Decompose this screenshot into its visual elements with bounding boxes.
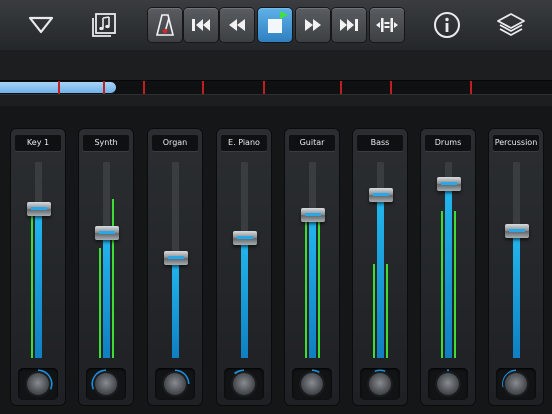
metronome-button[interactable] <box>148 8 182 42</box>
pan-knob-well <box>428 368 468 400</box>
fast-forward-button[interactable] <box>296 8 330 42</box>
channel-strip: Drums <box>420 128 476 406</box>
channel-name: Drums <box>425 135 471 151</box>
channel-strip: Percussion <box>488 128 544 406</box>
fast-forward-icon <box>305 19 321 31</box>
level-meter-left <box>31 209 33 358</box>
fader-track[interactable] <box>35 162 42 358</box>
channel-name: Key 1 <box>15 135 61 151</box>
info-icon[interactable] <box>430 8 464 42</box>
fader-track[interactable] <box>309 162 316 358</box>
timeline-marker <box>470 81 472 94</box>
skip-to-end-button[interactable] <box>332 8 366 42</box>
channel-strip: Guitar <box>284 128 340 406</box>
rewind-icon <box>229 19 245 31</box>
channel-name: Percussion <box>493 135 539 151</box>
fader-handle[interactable] <box>95 226 119 240</box>
fader-handle[interactable] <box>233 231 257 245</box>
play-indicator-icon <box>280 11 288 19</box>
channel-name: Guitar <box>289 135 335 151</box>
song-timeline[interactable] <box>0 80 552 95</box>
layers-icon[interactable] <box>494 8 528 42</box>
pan-knob-well <box>155 368 195 400</box>
fader-handle[interactable] <box>301 208 325 222</box>
pan-knob[interactable] <box>505 373 527 395</box>
pan-knob[interactable] <box>95 373 117 395</box>
rewind-to-start-icon <box>192 19 210 31</box>
metronome-icon <box>155 14 175 36</box>
timeline-marker <box>143 81 145 94</box>
pan-knob-well <box>18 368 58 400</box>
level-meter-right <box>318 219 320 358</box>
channel-name: E. Piano <box>221 135 267 151</box>
channel-strip: E. Piano <box>216 128 272 406</box>
timeline-marker <box>202 81 204 94</box>
pan-knob-well <box>224 368 264 400</box>
stop-button[interactable] <box>258 8 292 42</box>
fader-level-fill <box>35 209 42 358</box>
channel-strip: Bass <box>352 128 408 406</box>
fader-track[interactable] <box>513 162 520 358</box>
pan-knob-well <box>86 368 126 400</box>
level-meter-right <box>386 264 388 358</box>
pan-knob[interactable] <box>301 373 323 395</box>
pan-knob[interactable] <box>437 373 459 395</box>
channel-name: Organ <box>152 135 198 151</box>
rewind-to-start-button[interactable] <box>184 8 218 42</box>
fader-handle[interactable] <box>164 251 188 265</box>
timeline-marker <box>263 81 265 94</box>
timeline-marker <box>390 81 392 94</box>
timeline-marker <box>103 81 105 94</box>
level-meter-right <box>454 211 456 358</box>
fader-handle[interactable] <box>505 224 529 238</box>
fader-level-fill <box>103 233 110 358</box>
pan-knob[interactable] <box>233 373 255 395</box>
fader-track[interactable] <box>103 162 110 358</box>
song-library-icon[interactable] <box>87 8 121 42</box>
fader-track[interactable] <box>445 162 452 358</box>
channel-strip: Organ <box>147 128 203 406</box>
toolbar <box>0 0 552 51</box>
channel-name: Bass <box>357 135 403 151</box>
rewind-button[interactable] <box>220 8 254 42</box>
fader-level-fill <box>445 184 452 358</box>
pan-knob-well <box>292 368 332 400</box>
pan-knob[interactable] <box>27 373 49 395</box>
fader-handle[interactable] <box>27 202 51 216</box>
fader-handle[interactable] <box>369 188 393 202</box>
channel-strip: Key 1 <box>10 128 66 406</box>
pan-knob[interactable] <box>369 373 391 395</box>
timeline-area <box>0 50 552 106</box>
timeline-marker <box>340 81 342 94</box>
loop-icon <box>376 18 398 32</box>
level-meter-right <box>112 199 114 358</box>
level-meter-left <box>305 219 307 358</box>
loop-button[interactable] <box>370 8 404 42</box>
fader-track[interactable] <box>241 162 248 358</box>
fader-level-fill <box>172 258 179 358</box>
fader-level-fill <box>513 231 520 358</box>
fader-level-fill <box>309 215 316 358</box>
menu-triangle-icon[interactable] <box>24 8 58 42</box>
fader-level-fill <box>241 238 248 358</box>
level-meter-left <box>373 264 375 358</box>
skip-to-end-icon <box>340 19 358 31</box>
channel-name: Synth <box>83 135 129 151</box>
level-meter-left <box>441 211 443 358</box>
timeline-marker <box>58 81 60 94</box>
level-meter-left <box>99 248 101 358</box>
pan-knob-well <box>360 368 400 400</box>
channel-strip: Synth <box>78 128 134 406</box>
pan-knob[interactable] <box>164 373 186 395</box>
pan-knob-well <box>496 368 536 400</box>
fader-handle[interactable] <box>437 177 461 191</box>
fader-level-fill <box>377 195 384 358</box>
